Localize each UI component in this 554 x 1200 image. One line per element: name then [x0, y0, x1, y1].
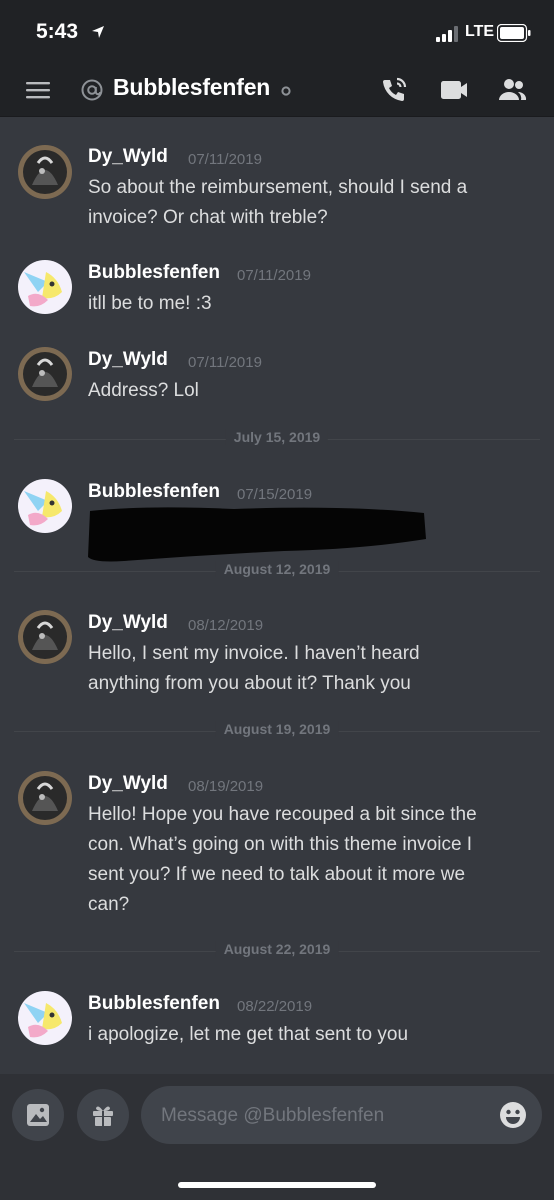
message-author[interactable]: Bubblesfenfen	[88, 481, 220, 503]
message-line: Address? Lol	[88, 380, 199, 401]
status-bar: 5:43 LTE	[0, 0, 554, 64]
message-content: Hello, I sent my invoice. I haven’t hear…	[88, 639, 538, 699]
message-line: Hello, I sent my invoice. I haven’t hear…	[88, 643, 420, 664]
message-timestamp: 08/12/2019	[188, 617, 264, 634]
date-divider-label: July 15, 2019	[225, 429, 329, 445]
message-line: sent you? If we need to talk about it mo…	[88, 864, 466, 885]
message-line: So about the reimbursement, should I sen…	[88, 177, 468, 198]
avatar[interactable]	[18, 260, 72, 314]
avatar[interactable]	[18, 145, 72, 199]
location-arrow-icon	[92, 26, 104, 38]
message-content: So about the reimbursement, should I sen…	[88, 173, 538, 233]
attach-image-button[interactable]	[12, 1089, 64, 1141]
avatar[interactable]	[18, 771, 72, 825]
avatar[interactable]	[18, 991, 72, 1045]
message-timestamp: 07/15/2019	[237, 486, 313, 503]
channel-title: Bubblesfenfen	[113, 74, 271, 100]
at-sign-icon	[81, 79, 103, 101]
network-type: LTE	[465, 23, 495, 40]
message-timestamp: 07/11/2019	[188, 354, 262, 371]
message-author[interactable]: Dy_Wyld	[88, 612, 168, 634]
message-line: con. What’s going on with this theme inv…	[88, 834, 473, 855]
date-divider-label: August 19, 2019	[215, 721, 339, 737]
avatar[interactable]	[18, 347, 72, 401]
message-input[interactable]	[159, 1086, 493, 1146]
redaction-scribble	[88, 507, 426, 562]
message-content: Address? Lol	[88, 376, 538, 406]
home-indicator[interactable]	[178, 1182, 376, 1188]
message-line: i apologize, let me get that sent to you	[88, 1024, 409, 1045]
hamburger-menu-icon[interactable]	[24, 78, 52, 102]
phone-call-icon[interactable]	[378, 74, 410, 106]
date-divider-label: August 22, 2019	[215, 941, 339, 957]
gift-button[interactable]	[77, 1089, 129, 1141]
status-time: 5:43	[36, 20, 79, 43]
message-author[interactable]: Dy_Wyld	[88, 349, 168, 371]
message-timestamp: 07/11/2019	[237, 267, 311, 284]
message-author[interactable]: Dy_Wyld	[88, 773, 168, 795]
avatar[interactable]	[18, 479, 72, 533]
message-timestamp: 08/19/2019	[188, 778, 264, 795]
message-author[interactable]: Bubblesfenfen	[88, 262, 220, 284]
message-content: i apologize, let me get that sent to you	[88, 1020, 538, 1050]
members-icon[interactable]	[496, 76, 528, 104]
message-list[interactable]: Dy_Wyld 07/11/2019 So about the reimburs…	[0, 117, 554, 1074]
message-content: itll be to me! :3	[88, 289, 538, 319]
avatar[interactable]	[18, 610, 72, 664]
message-author[interactable]: Bubblesfenfen	[88, 993, 220, 1015]
cellular-signal-icon	[436, 26, 458, 42]
message-content: Hello! Hope you have recouped a bit sinc…	[88, 800, 538, 920]
date-divider: August 22, 2019	[14, 941, 540, 961]
message-line: invoice? Or chat with treble?	[88, 207, 328, 228]
message-line: itll be to me! :3	[88, 293, 212, 314]
presence-status-icon	[281, 86, 291, 96]
battery-icon	[497, 24, 531, 42]
image-icon	[27, 1104, 49, 1126]
date-divider: August 19, 2019	[14, 721, 540, 741]
date-divider: July 15, 2019	[14, 429, 540, 449]
message-timestamp: 08/22/2019	[237, 998, 313, 1015]
message-author[interactable]: Dy_Wyld	[88, 146, 168, 168]
channel-header: Bubblesfenfen	[0, 64, 554, 117]
message-timestamp: 07/11/2019	[188, 151, 262, 168]
message-input-container[interactable]	[141, 1086, 542, 1146]
video-camera-icon[interactable]	[438, 76, 470, 104]
emoji-icon[interactable]	[499, 1101, 527, 1129]
message-line: can?	[88, 894, 130, 915]
message-line: Hello! Hope you have recouped a bit sinc…	[88, 804, 477, 825]
message-line: anything from you about it? Thank you	[88, 673, 411, 694]
gift-icon	[93, 1106, 113, 1126]
